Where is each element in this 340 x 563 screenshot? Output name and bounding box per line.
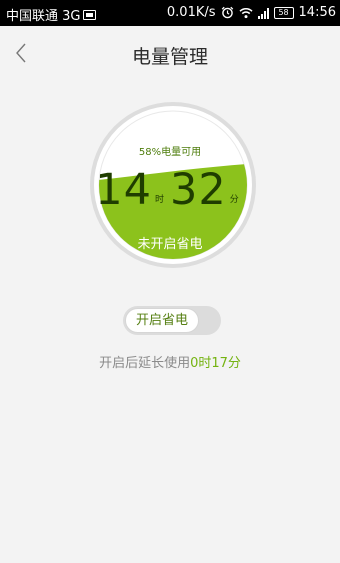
hours-unit: 时	[154, 195, 164, 205]
extend-usage-text: 开启后延长使用0时17分	[0, 352, 340, 371]
app-header: 电量管理	[0, 26, 340, 82]
screenshot-notification-icon	[83, 9, 97, 20]
power-saving-status: 未开启省电	[137, 237, 203, 252]
battery-percent-text: 58%电量可用	[138, 147, 202, 158]
wifi-icon	[239, 7, 253, 18]
net-speed: 0.01K/s	[166, 5, 216, 20]
minutes-value: 32	[170, 165, 227, 215]
minutes-unit: 分	[229, 195, 239, 205]
extend-usage-value: 0时17分	[190, 356, 241, 371]
power-saving-toggle-label[interactable]: 开启省电	[125, 308, 199, 333]
battery-icon: 58	[273, 6, 294, 19]
extend-usage-prefix: 开启后延长使用	[99, 356, 191, 371]
signal-icon	[257, 7, 269, 19]
page-title: 电量管理	[131, 46, 208, 68]
remaining-time: 14 时 32 分	[0, 168, 340, 212]
power-saving-toggle[interactable]: 开启省电	[123, 306, 221, 335]
status-bar: 中国联通 3G 0.01K/s 58 14:56	[0, 0, 340, 26]
clock: 14:56	[298, 5, 336, 20]
alarm-icon	[221, 6, 233, 19]
hours-value: 14	[95, 165, 152, 215]
carrier-label: 中国联通 3G	[6, 9, 81, 24]
